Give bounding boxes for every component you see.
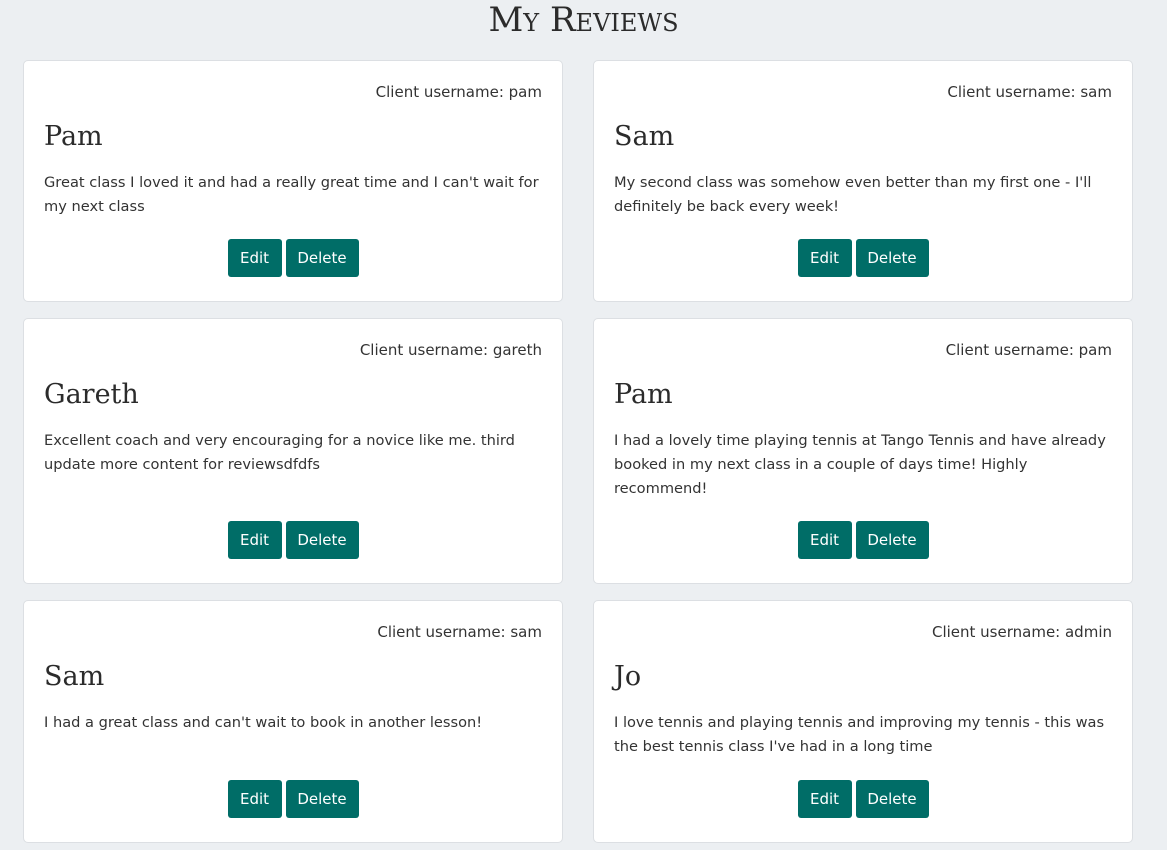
client-username: Client username: pam xyxy=(375,83,542,101)
review-actions: Edit Delete xyxy=(594,780,1132,818)
client-username: Client username: sam xyxy=(377,623,542,641)
review-text: Great class I loved it and had a really … xyxy=(44,174,539,215)
review-name: Pam xyxy=(614,379,673,410)
review-card: Client username: pam Pam I had a lovely … xyxy=(593,318,1133,584)
client-username: Client username: sam xyxy=(947,83,1112,101)
delete-button[interactable]: Delete xyxy=(855,780,929,818)
edit-button[interactable]: Edit xyxy=(227,521,282,559)
review-actions: Edit Delete xyxy=(594,239,1132,277)
delete-button[interactable]: Delete xyxy=(285,521,359,559)
review-actions: Edit Delete xyxy=(594,521,1132,559)
edit-button[interactable]: Edit xyxy=(797,239,852,277)
delete-button[interactable]: Delete xyxy=(285,780,359,818)
review-name: Pam xyxy=(44,121,103,152)
client-username: Client username: gareth xyxy=(359,341,542,359)
review-card: Client username: admin Jo I love tennis … xyxy=(593,600,1133,843)
edit-button[interactable]: Edit xyxy=(227,780,282,818)
edit-button[interactable]: Edit xyxy=(797,521,852,559)
delete-button[interactable]: Delete xyxy=(285,239,359,277)
page-title: My Reviews xyxy=(488,0,679,40)
review-text: I had a lovely time playing tennis at Ta… xyxy=(614,432,1106,497)
review-name: Jo xyxy=(614,661,642,692)
review-actions: Edit Delete xyxy=(24,239,562,277)
review-card: Client username: pam Pam Great class I l… xyxy=(23,60,563,302)
review-text: I love tennis and playing tennis and imp… xyxy=(614,714,1105,755)
delete-button[interactable]: Delete xyxy=(855,521,929,559)
client-username: Client username: pam xyxy=(945,341,1112,359)
review-text: I had a great class and can't wait to bo… xyxy=(44,714,483,731)
review-card: Client username: gareth Gareth Excellent… xyxy=(23,318,563,584)
edit-button[interactable]: Edit xyxy=(797,780,852,818)
review-name: Sam xyxy=(614,121,675,152)
review-text: My second class was somehow even better … xyxy=(614,174,1092,215)
delete-button[interactable]: Delete xyxy=(855,239,929,277)
review-name: Sam xyxy=(44,661,105,692)
review-card: Client username: sam Sam I had a great c… xyxy=(23,600,563,843)
client-username: Client username: admin xyxy=(931,623,1112,641)
review-card: Client username: sam Sam My second class… xyxy=(593,60,1133,302)
review-actions: Edit Delete xyxy=(24,780,562,818)
edit-button[interactable]: Edit xyxy=(227,239,282,277)
review-name: Gareth xyxy=(44,379,139,410)
review-text: Excellent coach and very encouraging for… xyxy=(44,432,515,473)
review-actions: Edit Delete xyxy=(24,521,562,559)
